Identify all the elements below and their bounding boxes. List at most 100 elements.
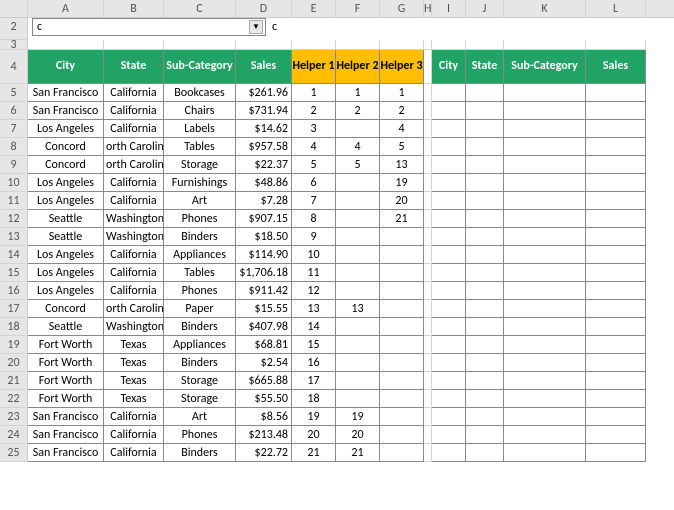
- cell-subcategory-2[interactable]: [504, 156, 586, 174]
- cell-city-2[interactable]: [432, 246, 466, 264]
- cell-city[interactable]: Fort Worth: [28, 354, 104, 372]
- cell-city-2[interactable]: [432, 138, 466, 156]
- cell-sales[interactable]: $22.37: [236, 156, 292, 174]
- cell-helper1[interactable]: 19: [292, 408, 336, 426]
- cell-state-2[interactable]: [466, 264, 504, 282]
- cell-helper2[interactable]: [336, 120, 380, 138]
- header-helper2[interactable]: Helper 2: [336, 50, 380, 84]
- cell-sales[interactable]: $55.50: [236, 390, 292, 408]
- cell-H3[interactable]: [424, 40, 432, 50]
- cell-subcategory[interactable]: Furnishings: [164, 174, 236, 192]
- row-header-11[interactable]: 11: [0, 192, 28, 210]
- cell-state[interactable]: orth Carolin: [104, 156, 164, 174]
- cell-city-2[interactable]: [432, 318, 466, 336]
- cell-subcategory-2[interactable]: [504, 408, 586, 426]
- cell-sales[interactable]: $22.72: [236, 444, 292, 462]
- cell-helper1[interactable]: 20: [292, 426, 336, 444]
- row-header-8[interactable]: 8: [0, 138, 28, 156]
- cell-L3[interactable]: [586, 40, 646, 50]
- cell-subcategory-2[interactable]: [504, 138, 586, 156]
- cell-sales[interactable]: $665.88: [236, 372, 292, 390]
- cell-helper3[interactable]: 1: [380, 84, 424, 102]
- cell-city[interactable]: Fort Worth: [28, 336, 104, 354]
- cell-state[interactable]: California: [104, 84, 164, 102]
- cell-city-2[interactable]: [432, 282, 466, 300]
- cell-sales-2[interactable]: [586, 246, 646, 264]
- cell-H[interactable]: [424, 390, 432, 408]
- cell-subcategory[interactable]: Binders: [164, 318, 236, 336]
- cell-helper2[interactable]: [336, 264, 380, 282]
- row-header-23[interactable]: 23: [0, 408, 28, 426]
- cell-subcategory-2[interactable]: [504, 390, 586, 408]
- cell-helper3[interactable]: [380, 228, 424, 246]
- cell-subcategory-2[interactable]: [504, 210, 586, 228]
- cell-helper1[interactable]: 6: [292, 174, 336, 192]
- cell-city[interactable]: Seattle: [28, 228, 104, 246]
- cell-subcategory-2[interactable]: [504, 246, 586, 264]
- cell-subcategory[interactable]: Paper: [164, 300, 236, 318]
- header-helper3[interactable]: Helper 3: [380, 50, 424, 84]
- cell-subcategory[interactable]: Binders: [164, 354, 236, 372]
- cell-state-2[interactable]: [466, 390, 504, 408]
- cell-helper1[interactable]: 4: [292, 138, 336, 156]
- cell-helper3[interactable]: 2: [380, 102, 424, 120]
- cell-state[interactable]: California: [104, 282, 164, 300]
- cell-helper3[interactable]: 13: [380, 156, 424, 174]
- cell-helper3[interactable]: [380, 300, 424, 318]
- cell-subcategory[interactable]: Storage: [164, 156, 236, 174]
- row-header-19[interactable]: 19: [0, 336, 28, 354]
- cell-state[interactable]: Washington: [104, 228, 164, 246]
- cell-helper2[interactable]: [336, 246, 380, 264]
- chevron-down-icon[interactable]: ▼: [249, 20, 263, 34]
- cell-F3[interactable]: [336, 40, 380, 50]
- cell-state[interactable]: Texas: [104, 390, 164, 408]
- cell-helper3[interactable]: [380, 372, 424, 390]
- cell-sales[interactable]: $2.54: [236, 354, 292, 372]
- cell-sales[interactable]: $261.96: [236, 84, 292, 102]
- cell-city-2[interactable]: [432, 84, 466, 102]
- cell-helper3[interactable]: 20: [380, 192, 424, 210]
- cell-helper2[interactable]: 1: [336, 84, 380, 102]
- cell-helper1[interactable]: 18: [292, 390, 336, 408]
- cell-city[interactable]: San Francisco: [28, 84, 104, 102]
- cell-helper2[interactable]: 5: [336, 156, 380, 174]
- cell-city-2[interactable]: [432, 210, 466, 228]
- cell-helper2[interactable]: [336, 336, 380, 354]
- cell-city-2[interactable]: [432, 264, 466, 282]
- cell-state-2[interactable]: [466, 138, 504, 156]
- cell-H[interactable]: [424, 102, 432, 120]
- cell-subcategory[interactable]: Chairs: [164, 102, 236, 120]
- cell-subcategory-2[interactable]: [504, 102, 586, 120]
- header-city-2[interactable]: City: [432, 50, 466, 84]
- cell-state-2[interactable]: [466, 336, 504, 354]
- cell-H[interactable]: [424, 354, 432, 372]
- cell-state[interactable]: orth Carolin: [104, 300, 164, 318]
- cell-state-2[interactable]: [466, 300, 504, 318]
- cell-E3[interactable]: [292, 40, 336, 50]
- cell-helper3[interactable]: [380, 336, 424, 354]
- cell-city[interactable]: Los Angeles: [28, 282, 104, 300]
- cell-H[interactable]: [424, 282, 432, 300]
- row-header-13[interactable]: 13: [0, 228, 28, 246]
- row-header-4[interactable]: 4: [0, 50, 28, 84]
- row-header-14[interactable]: 14: [0, 246, 28, 264]
- cell-subcategory[interactable]: Appliances: [164, 336, 236, 354]
- header-state-2[interactable]: State: [466, 50, 504, 84]
- header-subcategory-2[interactable]: Sub-Category: [504, 50, 586, 84]
- cell-H[interactable]: [424, 228, 432, 246]
- col-header-F[interactable]: F: [336, 0, 380, 17]
- cell-state[interactable]: California: [104, 408, 164, 426]
- cell-helper2[interactable]: 20: [336, 426, 380, 444]
- row-header-3[interactable]: 3: [0, 40, 28, 50]
- cell-state-2[interactable]: [466, 228, 504, 246]
- cell-H[interactable]: [424, 372, 432, 390]
- col-header-D[interactable]: D: [236, 0, 292, 17]
- cell-H[interactable]: [424, 192, 432, 210]
- cell-state-2[interactable]: [466, 282, 504, 300]
- cell-city[interactable]: Los Angeles: [28, 246, 104, 264]
- cell-subcategory-2[interactable]: [504, 354, 586, 372]
- cell-state-2[interactable]: [466, 372, 504, 390]
- cell-subcategory[interactable]: Phones: [164, 282, 236, 300]
- cell-helper1[interactable]: 8: [292, 210, 336, 228]
- cell-city-2[interactable]: [432, 228, 466, 246]
